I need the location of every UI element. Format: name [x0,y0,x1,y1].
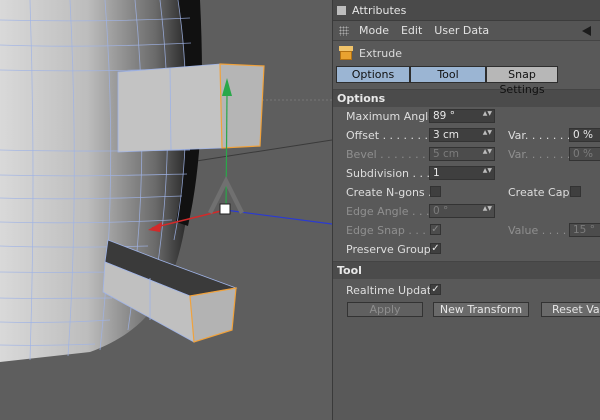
tab-snap-settings[interactable]: Snap Settings [486,66,558,96]
bevel-var-field[interactable]: 0 % [569,147,600,161]
attributes-titlebar: Attributes [333,0,600,21]
spin-arrows-icon[interactable]: ▲▼ [483,130,492,136]
panel-title: Attributes [352,3,407,17]
spin-arrows-icon[interactable]: ▲▼ [483,206,492,212]
row-preserve-groups: Preserve Groups ✓ [333,240,600,259]
edge-snap-checkbox[interactable]: ✓ [430,224,441,235]
subdivision-field[interactable]: 1 ▲▼ [429,166,495,180]
grip-icon[interactable] [339,25,349,36]
offset-label: Offset . . . . . . . . [346,129,436,142]
offset-var-label: Var. . . . . . . . [508,129,578,142]
row-edge-angle: Edge Angle . . . 0 ° ▲▼ [333,202,600,221]
row-subdivision: Subdivision . . . . 1 ▲▼ [333,164,600,183]
edge-snap-label: Edge Snap . . . . [346,224,433,237]
tab-options[interactable]: Options [336,66,410,83]
row-create-ngons: Create N-gons . . Create Caps [333,183,600,202]
maximum-angle-field[interactable]: 89 ° ▲▼ [429,109,495,123]
attribute-tabs: Options Tool Snap Settings [333,66,600,96]
spin-arrows-icon[interactable]: ▲▼ [483,111,492,117]
new-transform-button[interactable]: New Transform [433,302,529,317]
menu-user-data[interactable]: User Data [434,24,489,37]
offset-field[interactable]: 3 cm ▲▼ [429,128,495,142]
row-realtime-update: Realtime Update ✓ [333,281,600,300]
value-field[interactable]: 15 ° [569,223,600,237]
section-tool[interactable]: Tool [333,261,600,279]
viewport-3d[interactable] [0,0,332,420]
value-label: Value . . . . . [508,224,574,237]
menu-mode[interactable]: Mode [359,24,389,37]
attributes-menubar: Mode Edit User Data [333,21,600,41]
preserve-groups-label: Preserve Groups [346,243,437,256]
object-name: Extrude [359,46,403,60]
row-offset: Offset . . . . . . . . 3 cm ▲▼ Var. . . .… [333,126,600,145]
row-edge-snap: Edge Snap . . . . ✓ Value . . . . . 15 ° [333,221,600,240]
gizmo-center-handle[interactable] [219,203,231,215]
viewport-scene[interactable] [0,0,332,420]
edge-angle-field[interactable]: 0 ° ▲▼ [429,204,495,218]
extrude-icon [339,46,353,60]
maximum-angle-label: Maximum Angle [346,110,435,123]
spin-arrows-icon[interactable]: ▲▼ [483,168,492,174]
apply-button[interactable]: Apply [347,302,423,317]
reset-values-button[interactable]: Reset Values [541,302,600,317]
bevel-label: Bevel . . . . . . . . [346,148,433,161]
realtime-update-checkbox[interactable]: ✓ [430,284,441,295]
object-row: Extrude [333,41,600,65]
row-bevel: Bevel . . . . . . . . 5 cm ▲▼ Var. . . . … [333,145,600,164]
spin-arrows-icon[interactable]: ▲▼ [483,149,492,155]
subdivision-label: Subdivision . . . . [346,167,438,180]
section-options[interactable]: Options [333,89,600,107]
create-caps-checkbox[interactable] [570,186,581,197]
create-caps-label: Create Caps [508,186,576,199]
attributes-panel: Attributes Mode Edit User Data Extrude O… [332,0,600,420]
realtime-update-label: Realtime Update [346,284,438,297]
edge-angle-label: Edge Angle . . . [346,205,430,218]
bevel-field[interactable]: 5 cm ▲▼ [429,147,495,161]
offset-var-field[interactable]: 0 % [569,128,600,142]
tab-tool[interactable]: Tool [410,66,486,83]
row-maximum-angle: Maximum Angle 89 ° ▲▼ [333,107,600,126]
create-ngons-checkbox[interactable] [430,186,441,197]
create-ngons-label: Create N-gons . . [346,186,439,199]
row-tool-buttons: Apply New Transform Reset Values [333,300,600,319]
panel-icon [337,5,346,15]
menu-edit[interactable]: Edit [401,24,422,37]
back-arrow-icon[interactable] [582,26,591,36]
preserve-groups-checkbox[interactable]: ✓ [430,243,441,254]
bevel-var-label: Var. . . . . . . . [508,148,578,161]
